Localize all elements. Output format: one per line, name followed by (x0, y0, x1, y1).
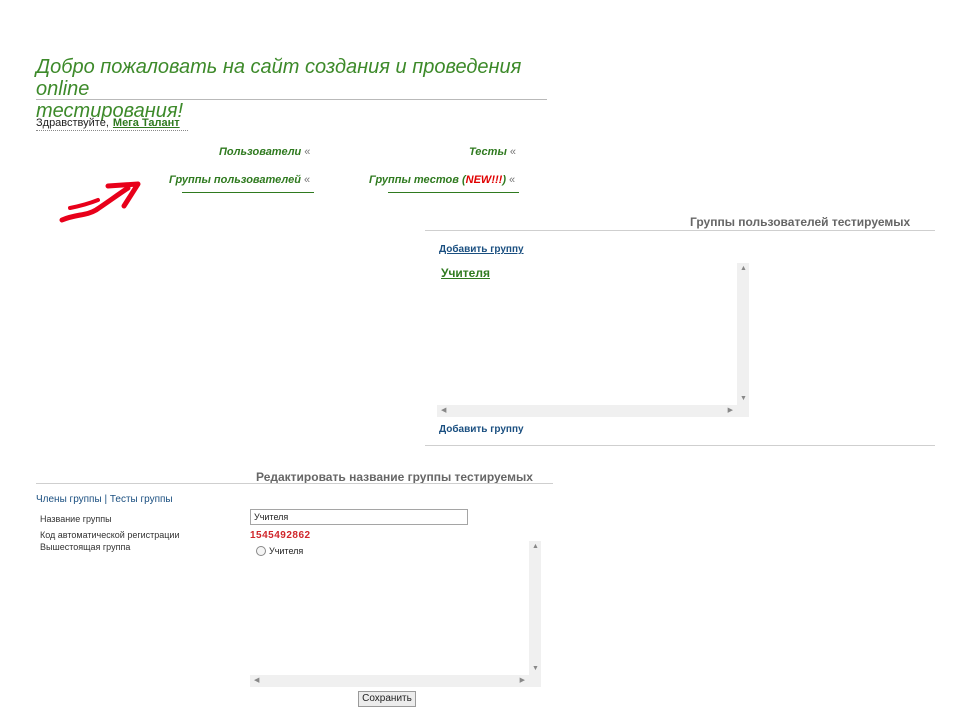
add-group-link-bottom[interactable]: Добавить группу (439, 424, 524, 435)
scroll-up-icon[interactable]: ▲ (740, 265, 747, 273)
menu-tests-label: Тесты (469, 146, 507, 158)
tab-separator: | (104, 494, 108, 505)
group-name-label: Название группы (40, 514, 112, 524)
group-tabs: Члены группы | Тесты группы (36, 494, 173, 505)
greeting: Здравствуйте, Мега Талант (36, 117, 180, 129)
new-badge: NEW!!! (465, 174, 503, 186)
menu-test-groups-suffix: ) (502, 174, 506, 186)
vertical-scrollbar[interactable]: ▲ ▼ (529, 541, 541, 675)
scroll-right-icon[interactable]: ▶ (728, 407, 733, 415)
menu-users-link[interactable]: Пользователи « (219, 146, 310, 158)
greeting-divider (36, 130, 188, 131)
parent-group-label: Вышестоящая группа (40, 542, 131, 552)
scroll-left-icon[interactable]: ◀ (254, 677, 259, 685)
user-name-link[interactable]: Мега Талант (113, 117, 180, 129)
edit-form-title: Редактировать название группы тестируемы… (256, 470, 533, 484)
save-button[interactable]: Сохранить (358, 691, 416, 707)
double-chevron-icon: « (304, 146, 311, 158)
group-item[interactable]: Учителя (441, 266, 490, 280)
groups-listbox[interactable]: Учителя ▲ ▼ ◀ ▶ (437, 263, 749, 417)
horizontal-scrollbar[interactable]: ◀ ▶ (250, 675, 541, 687)
group-name-input[interactable]: Учителя (250, 509, 468, 525)
parent-group-option[interactable]: Учителя (256, 546, 303, 556)
welcome-heading-line1: Добро пожаловать на сайт создания и пров… (36, 56, 522, 100)
red-arrow-annotation-icon (59, 181, 141, 223)
tab-members[interactable]: Члены группы (36, 494, 102, 505)
parent-group-listbox[interactable]: Учителя ▲ ▼ ◀ ▶ (250, 541, 541, 687)
scroll-right-icon[interactable]: ▶ (520, 677, 525, 685)
welcome-heading: Добро пожаловать на сайт создания и пров… (36, 56, 546, 122)
groups-panel-bottom-divider (425, 445, 935, 446)
registration-code-label: Код автоматической регистрации (40, 530, 180, 540)
parent-group-option-label: Учителя (269, 546, 304, 556)
greeting-text: Здравствуйте, (36, 117, 109, 129)
tab-tests[interactable]: Тесты группы (110, 494, 173, 505)
double-chevron-icon: « (508, 174, 516, 186)
registration-code-value: 1545492862 (250, 530, 311, 541)
scroll-left-icon[interactable]: ◀ (441, 407, 446, 415)
menu-user-groups-label: Группы пользователей (169, 174, 301, 186)
horizontal-scrollbar[interactable]: ◀ ▶ (437, 405, 749, 417)
groups-panel-title: Группы пользователей тестируемых (690, 215, 911, 229)
header-divider (36, 99, 547, 100)
edit-form-divider (36, 483, 553, 484)
vertical-scrollbar[interactable]: ▲ ▼ (737, 263, 749, 405)
menu-user-groups-link[interactable]: Группы пользователей « (169, 174, 310, 186)
menu-test-groups-underline (388, 192, 519, 193)
menu-user-groups-underline (182, 192, 314, 193)
menu-users-label: Пользователи (219, 146, 302, 158)
scroll-up-icon[interactable]: ▲ (532, 543, 539, 551)
double-chevron-icon: « (509, 146, 516, 158)
radio-icon[interactable] (256, 546, 266, 556)
menu-test-groups-link[interactable]: Группы тестов (NEW!!!) « (369, 174, 515, 186)
scroll-down-icon[interactable]: ▼ (740, 395, 747, 403)
menu-tests-link[interactable]: Тесты « (469, 146, 516, 158)
groups-panel-divider (425, 230, 935, 231)
double-chevron-icon: « (303, 174, 311, 186)
add-group-link-top[interactable]: Добавить группу (439, 244, 524, 255)
menu-test-groups-prefix: Группы тестов ( (369, 174, 466, 186)
scroll-down-icon[interactable]: ▼ (532, 665, 539, 673)
